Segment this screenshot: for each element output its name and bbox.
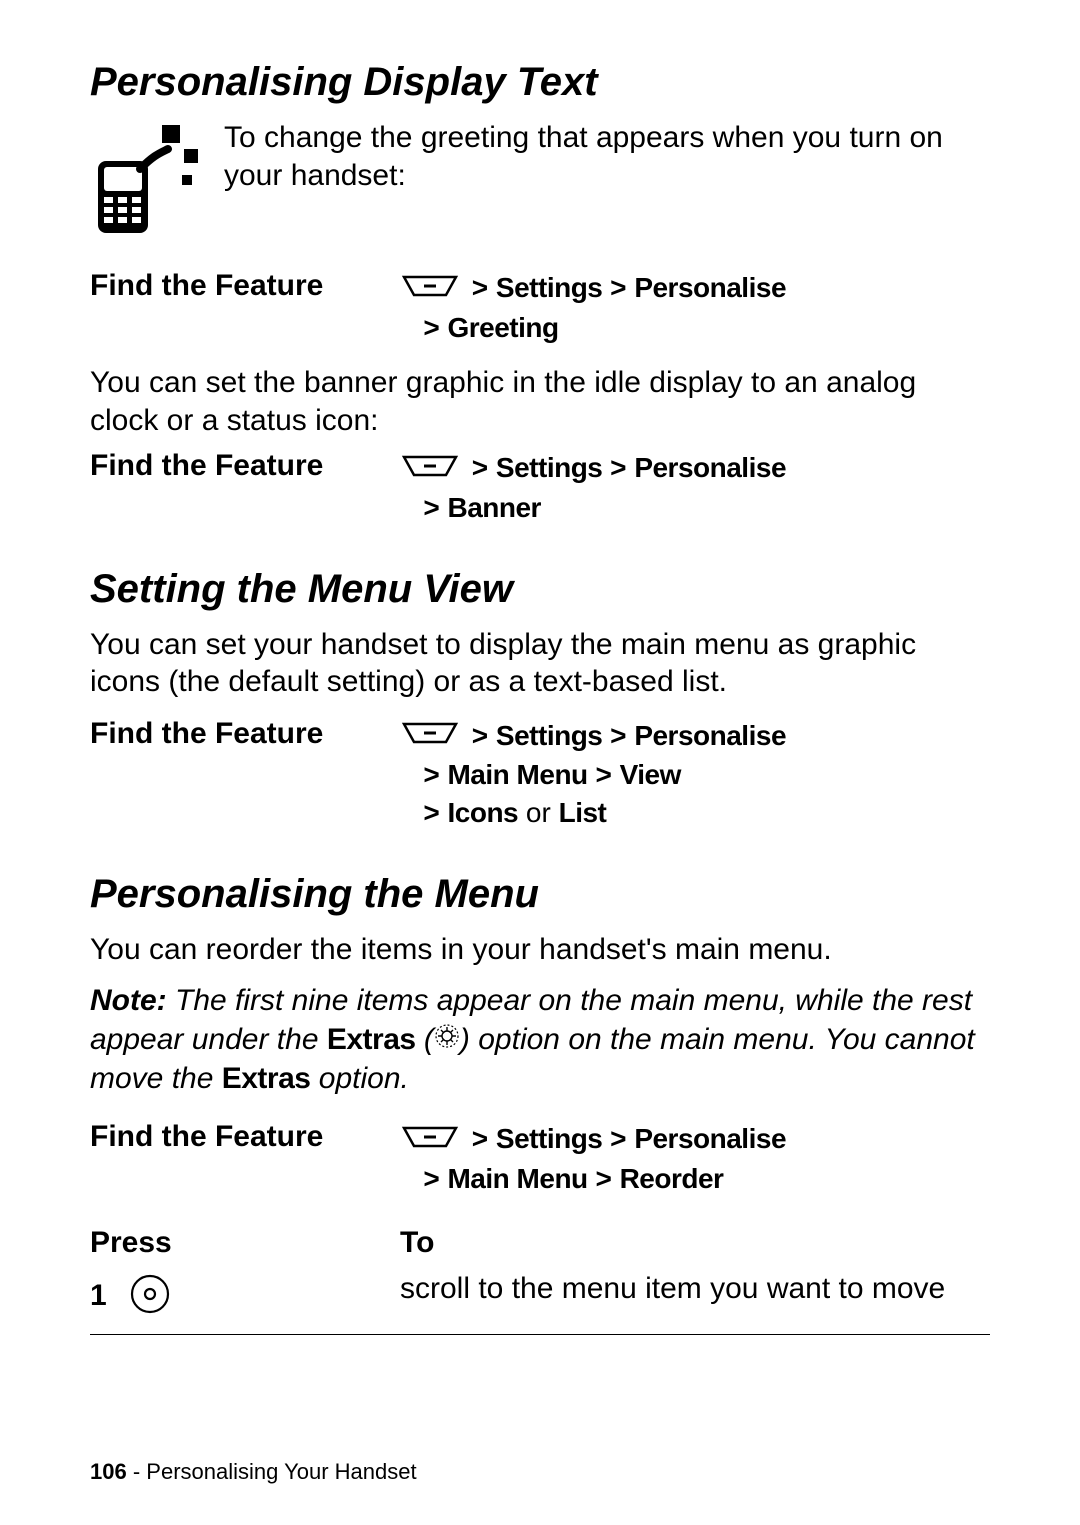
nav-key-icon	[128, 1272, 172, 1324]
heading-personalising-menu: Personalising the Menu	[90, 872, 990, 917]
find-feature-label: Find the Feature	[90, 717, 400, 751]
note-text: Note: The first nine items appear on the…	[90, 982, 990, 1098]
find-feature-label: Find the Feature	[90, 269, 400, 303]
heading-personalising-display-text: Personalising Display Text	[90, 60, 990, 105]
step-number: 1	[90, 1279, 120, 1313]
page-footer: 106 - Personalising Your Handset	[90, 1459, 417, 1485]
menu-key-icon	[400, 451, 460, 489]
extras-icon	[434, 1021, 460, 1059]
step-description: scroll to the menu item you want to move	[400, 1266, 990, 1335]
menu-key-icon	[400, 271, 460, 309]
nav-path-greeting: > Settings > Personalise > Greeting	[400, 269, 786, 346]
find-feature-label: Find the Feature	[90, 1120, 400, 1154]
handset-icon	[90, 119, 200, 239]
banner-text: You can set the banner graphic in the id…	[90, 364, 990, 439]
nav-path-reorder: > Settings > Personalise > Main Menu > R…	[400, 1120, 786, 1197]
intro-text: To change the greeting that appears when…	[224, 119, 990, 194]
menu-key-icon	[400, 718, 460, 756]
find-feature-label: Find the Feature	[90, 449, 400, 483]
menu-view-text: You can set your handset to display the …	[90, 626, 990, 701]
heading-setting-menu-view: Setting the Menu View	[90, 567, 990, 612]
press-table: Press To 1 scroll to the menu item you w…	[90, 1226, 990, 1335]
table-row: 1 scroll to the menu item you want to mo…	[90, 1266, 990, 1335]
nav-path-banner: > Settings > Personalise > Banner	[400, 449, 786, 526]
reorder-text: You can reorder the items in your handse…	[90, 931, 990, 969]
press-header: Press	[90, 1226, 400, 1266]
nav-path-view: > Settings > Personalise > Main Menu > V…	[400, 717, 786, 832]
menu-key-icon	[400, 1122, 460, 1160]
to-header: To	[400, 1226, 990, 1266]
